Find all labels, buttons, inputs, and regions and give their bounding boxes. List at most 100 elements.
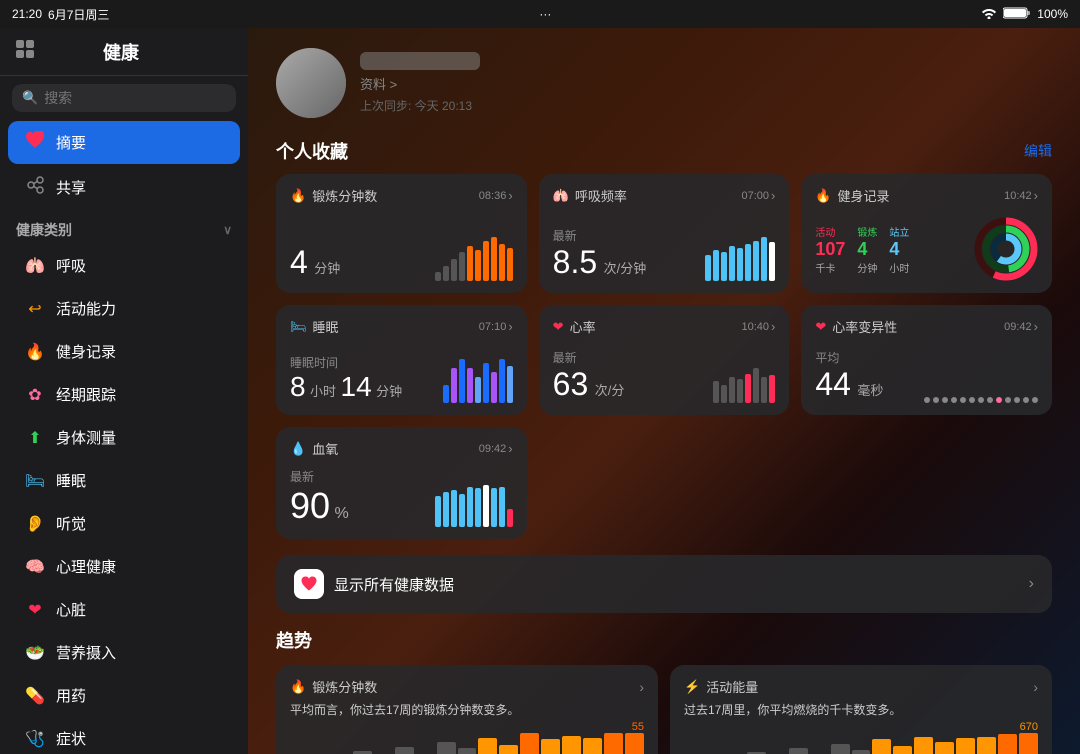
activity-kcal: 107 <box>815 239 845 260</box>
fitness-record-title: 健身记录 <box>838 186 890 205</box>
bar <box>483 241 489 281</box>
trend-bar-peak <box>1019 733 1038 754</box>
bar <box>491 488 497 527</box>
bar <box>475 377 481 403</box>
sidebar-item-nutrition[interactable]: 🥗 营养摄入 <box>8 632 240 673</box>
stand-stat: 站立 4 小时 <box>889 224 909 275</box>
workout-trend-card[interactable]: 🔥 锻炼分钟数 › 平均而言，你过去17周的锻炼分钟数变多。 55 <box>276 665 658 754</box>
sidebar-item-fitness[interactable]: 🔥 健身记录 <box>8 331 240 372</box>
bar <box>499 244 505 281</box>
fitness-body: 活动 107 千卡 锻炼 4 分钟 站立 4 小时 <box>815 217 1038 281</box>
bar <box>761 237 767 281</box>
bar <box>483 363 489 403</box>
blood-oxygen-time: 09:42 <box>479 443 507 455</box>
sleep-title: 睡眠 <box>313 317 339 336</box>
bar <box>451 259 457 281</box>
hrv-value: 44 <box>815 366 851 402</box>
profile-section: 资料 > 上次同步: 今天 20:13 <box>248 28 1080 134</box>
trend-bar <box>852 750 871 754</box>
sidebar-item-heart[interactable]: ❤ 心脏 <box>8 589 240 630</box>
battery-icon <box>1003 7 1031 22</box>
nutrition-label: 营养摄入 <box>56 642 224 663</box>
fitness-record-card[interactable]: 🔥 健身记录 10:42 › 活动 107 千卡 锻炼 <box>801 174 1052 293</box>
respiratory-body: 最新 8.5 次/分钟 <box>553 215 776 281</box>
trend-bar <box>789 748 808 754</box>
bar <box>729 246 735 281</box>
trend-bar-highlight <box>583 738 602 754</box>
respiratory-chart <box>705 237 775 281</box>
activity-icon: ↩ <box>24 299 46 319</box>
search-box[interactable]: 🔍 <box>12 84 236 112</box>
sidebar-item-medication[interactable]: 💊 用药 <box>8 675 240 716</box>
hrv-dot <box>978 397 984 403</box>
show-all-health-button[interactable]: 显示所有健康数据 › <box>276 555 1052 613</box>
hrv-dot <box>1014 397 1020 403</box>
personal-favorites-title: 个人收藏 <box>276 138 348 164</box>
workout-minutes-card[interactable]: 🔥 锻炼分钟数 08:36 › 4 分钟 <box>276 174 527 293</box>
heart-rate-body: 最新 63 次/分 <box>553 346 776 403</box>
heart-label: 心脏 <box>56 599 224 620</box>
activity-energy-chart-wrapper: 670 <box>684 733 1038 754</box>
trend-bar-peak <box>604 733 623 754</box>
heart-rate-card[interactable]: ❤ 心率 10:40 › 最新 63 次/分 <box>539 305 790 415</box>
hrv-dot <box>1032 397 1038 403</box>
sidebar-item-sleep[interactable]: 🛏 睡眠 <box>8 460 240 501</box>
bar <box>491 372 497 403</box>
trend-energy-icon: ⚡ <box>684 679 700 695</box>
sidebar-item-body[interactable]: ⬆ 身体测量 <box>8 417 240 458</box>
sidebar-item-hearing[interactable]: 👂 听觉 <box>8 503 240 544</box>
profile-info: 资料 > 上次同步: 今天 20:13 <box>360 52 480 114</box>
hrv-dot <box>987 397 993 403</box>
sidebar-item-activity[interactable]: ↩ 活动能力 <box>8 288 240 329</box>
sidebar-item-breathing[interactable]: 🫁 呼吸 <box>8 245 240 286</box>
trend-bar-highlight <box>893 746 912 754</box>
sidebar-grid-icon[interactable] <box>14 38 36 65</box>
bar <box>467 246 473 281</box>
trend-bar-highlight <box>478 738 497 754</box>
main-content: 资料 > 上次同步: 今天 20:13 个人收藏 编辑 🔥 锻炼分钟数 08:3… <box>248 28 1080 754</box>
bar <box>713 381 719 403</box>
workout-title: 锻炼分钟数 <box>312 186 377 205</box>
respiratory-card[interactable]: 🫁 呼吸频率 07:00 › 最新 8.5 次/分钟 <box>539 174 790 293</box>
profile-link[interactable]: 资料 > <box>360 74 480 93</box>
bar <box>459 494 465 527</box>
bar <box>459 359 465 403</box>
bar-highlight <box>769 242 775 281</box>
cards-grid: 🔥 锻炼分钟数 08:36 › 4 分钟 <box>248 174 1080 427</box>
show-all-left: 显示所有健康数据 <box>294 569 454 599</box>
sleep-chart <box>443 359 513 403</box>
chevron-right-icon: › <box>771 188 775 203</box>
activity-energy-highlight: 670 <box>1020 721 1038 733</box>
chevron-down-icon[interactable]: ∨ <box>223 223 232 237</box>
hrv-dot <box>933 397 939 403</box>
edit-button[interactable]: 编辑 <box>1024 141 1052 161</box>
search-input[interactable] <box>44 90 226 106</box>
avatar[interactable] <box>276 48 346 118</box>
hrv-card[interactable]: ❤ 心率变异性 09:42 › 平均 44 毫秒 <box>801 305 1052 415</box>
blood-oxygen-card[interactable]: 💧 血氧 09:42 › 最新 90 % <box>276 427 527 539</box>
bar <box>435 272 441 281</box>
respiratory-title: 呼吸频率 <box>575 186 627 205</box>
sidebar-item-share[interactable]: 共享 <box>8 166 240 209</box>
status-date: 6月7日周三 <box>48 6 109 23</box>
heart-rate-icon: ❤ <box>553 319 564 335</box>
sidebar-item-symptoms[interactable]: 🩺 症状 <box>8 718 240 754</box>
cycle-icon: ✿ <box>24 385 46 405</box>
sidebar-item-summary[interactable]: 摘要 <box>8 121 240 164</box>
chevron-right-icon: › <box>1034 188 1038 203</box>
activity-energy-trend-card[interactable]: ⚡ 活动能量 › 过去17周里，你平均燃烧的千卡数变多。 670 <box>670 665 1052 754</box>
hrv-title: 心率变异性 <box>832 317 897 336</box>
trend-card-header: 🔥 锻炼分钟数 › <box>290 677 644 696</box>
workout-chart <box>435 237 513 281</box>
trend-bar <box>437 742 456 754</box>
bar <box>491 237 497 281</box>
sidebar-item-mental[interactable]: 🧠 心理健康 <box>8 546 240 587</box>
trend-bar-highlight <box>935 742 954 754</box>
bar <box>459 252 465 281</box>
hrv-time: 09:42 <box>1004 321 1032 333</box>
sidebar-item-cycle[interactable]: ✿ 经期跟踪 <box>8 374 240 415</box>
trend-chevron-icon: › <box>1033 679 1038 695</box>
sleep-card[interactable]: 🛏 睡眠 07:10 › 睡眠时间 8 小时 14 分钟 <box>276 305 527 415</box>
workout-trend-chart <box>290 733 644 754</box>
sidebar-header: 健康 <box>0 28 248 76</box>
